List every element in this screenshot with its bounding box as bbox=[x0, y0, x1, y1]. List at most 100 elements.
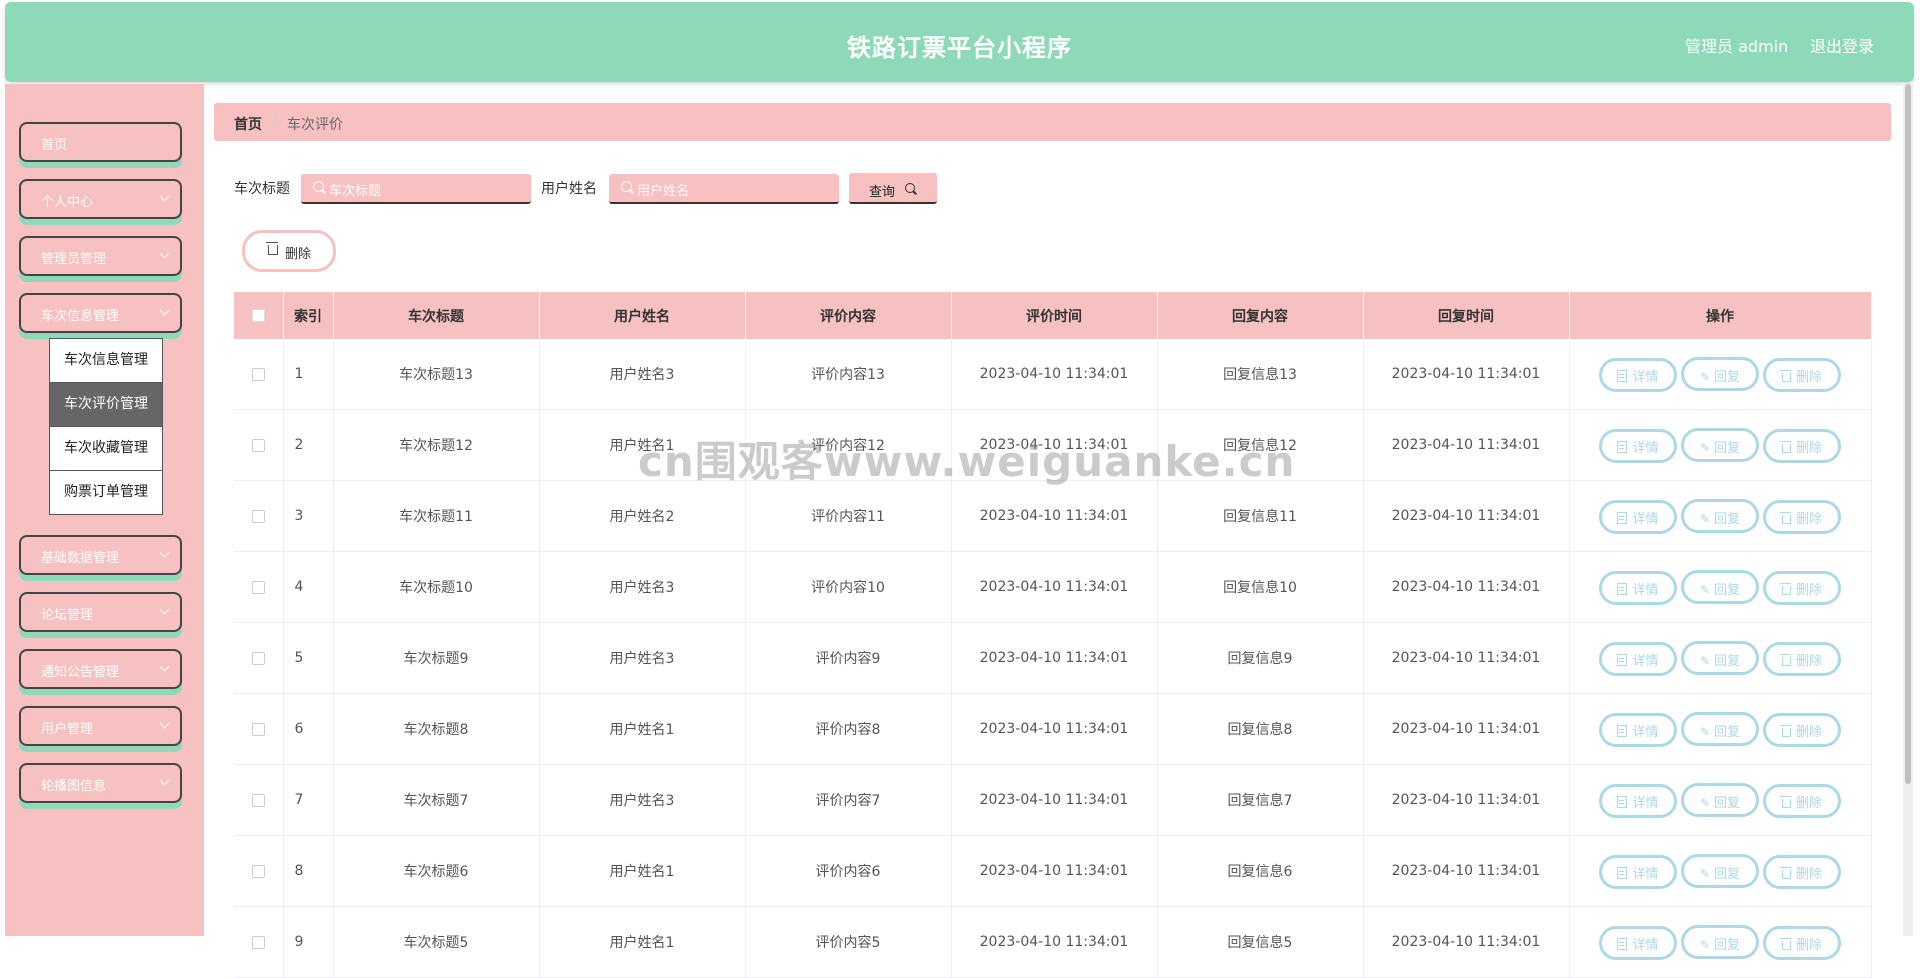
review-time-cell: 2023-04-10 11:34:01 bbox=[951, 409, 1158, 481]
trash-icon bbox=[1779, 582, 1791, 595]
document-icon bbox=[1617, 795, 1628, 808]
sidebar-item-admin-management[interactable]: 管理员管理 bbox=[19, 236, 182, 276]
reply-button[interactable]: ✎ 回复 bbox=[1681, 782, 1759, 817]
delete-button[interactable]: 删除 bbox=[1763, 357, 1841, 392]
reply-button[interactable]: ✎ 回复 bbox=[1681, 924, 1759, 959]
search-icon bbox=[621, 181, 632, 192]
reply-button[interactable]: ✎ 回复 bbox=[1681, 356, 1759, 391]
train-title-cell: 车次标题7 bbox=[333, 764, 540, 836]
detail-button[interactable]: 详情 bbox=[1599, 925, 1677, 960]
sidebar-item-carousel[interactable]: 轮播图信息 bbox=[19, 763, 182, 803]
sidebar-item-personal-center[interactable]: 个人中心 bbox=[19, 179, 182, 219]
user-name-search-input[interactable]: 用户姓名 bbox=[609, 174, 839, 204]
table-header-row: 索引 车次标题 用户姓名 评价内容 评价时间 回复内容 回复时间 操作 bbox=[234, 292, 1872, 339]
sidebar-item-label: 论坛管理 bbox=[41, 608, 94, 623]
column-header: 回复时间 bbox=[1363, 292, 1570, 339]
delete-button[interactable]: 删除 bbox=[1763, 499, 1841, 534]
sidebar-item-train-info-management[interactable]: 车次信息管理 bbox=[19, 293, 182, 333]
document-icon bbox=[1617, 511, 1628, 524]
train-title-search-input[interactable]: 车次标题 bbox=[301, 174, 531, 204]
sidebar-item-notice[interactable]: 通知公告管理 bbox=[19, 649, 182, 689]
row-checkbox[interactable] bbox=[251, 935, 265, 949]
delete-button[interactable]: 删除 bbox=[1763, 428, 1841, 463]
batch-delete-button[interactable]: 删除 bbox=[242, 230, 336, 272]
detail-button[interactable]: 详情 bbox=[1599, 428, 1677, 463]
submenu-item-train-favorite[interactable]: 车次收藏管理 bbox=[50, 427, 162, 471]
row-checkbox[interactable] bbox=[251, 722, 265, 736]
reply-button[interactable]: ✎ 回复 bbox=[1681, 569, 1759, 604]
row-checkbox[interactable] bbox=[251, 793, 265, 807]
submenu-item-train-review[interactable]: 车次评价管理 bbox=[50, 383, 162, 427]
select-all-checkbox[interactable] bbox=[251, 309, 265, 322]
user-name-cell: 用户姓名1 bbox=[539, 693, 746, 765]
review-time-cell: 2023-04-10 11:34:01 bbox=[951, 339, 1158, 410]
breadcrumb-current: 车次评价 bbox=[287, 117, 343, 133]
document-icon bbox=[1617, 582, 1628, 595]
row-checkbox[interactable] bbox=[251, 580, 265, 594]
delete-button[interactable]: 删除 bbox=[1763, 925, 1841, 960]
detail-button[interactable]: 详情 bbox=[1599, 570, 1677, 605]
reply-button[interactable]: ✎ 回复 bbox=[1681, 640, 1759, 675]
submenu-item-ticket-order[interactable]: 购票订单管理 bbox=[50, 471, 162, 514]
row-checkbox[interactable] bbox=[251, 367, 265, 381]
sidebar-item-basic-data[interactable]: 基础数据管理 bbox=[19, 535, 182, 575]
document-icon bbox=[1617, 866, 1628, 879]
chevron-down-icon bbox=[159, 305, 170, 316]
index-cell: 2 bbox=[283, 409, 334, 481]
delete-button[interactable]: 删除 bbox=[1763, 570, 1841, 605]
reply-button[interactable]: ✎ 回复 bbox=[1681, 498, 1759, 533]
document-icon bbox=[1617, 440, 1628, 453]
review-table: 索引 车次标题 用户姓名 评价内容 评价时间 回复内容 回复时间 操作 1 车次标… bbox=[234, 292, 1872, 978]
trash-icon bbox=[1779, 511, 1791, 524]
delete-button[interactable]: 删除 bbox=[1763, 783, 1841, 818]
detail-button[interactable]: 详情 bbox=[1599, 641, 1677, 676]
page-scrollbar[interactable] bbox=[1903, 84, 1913, 936]
table-row: 3 车次标题11 用户姓名2 评价内容11 2023-04-10 11:34:01 回复信… bbox=[234, 480, 1872, 552]
reply-button[interactable]: ✎ 回复 bbox=[1681, 427, 1759, 462]
action-label: 回复 bbox=[1714, 866, 1741, 882]
pencil-icon: ✎ bbox=[1699, 511, 1711, 526]
scrollbar-thumb[interactable] bbox=[1905, 84, 1911, 784]
action-label: 详情 bbox=[1632, 724, 1659, 740]
review-content-cell: 评价内容7 bbox=[745, 764, 952, 836]
row-select-cell bbox=[234, 551, 284, 623]
table-row: 1 车次标题13 用户姓名3 评价内容13 2023-04-10 11:34:01 回复信… bbox=[234, 339, 1872, 410]
delete-button[interactable]: 删除 bbox=[1763, 712, 1841, 747]
reply-content-cell: 回复信息5 bbox=[1157, 906, 1364, 978]
column-header: 评价时间 bbox=[951, 292, 1158, 339]
trash-icon bbox=[266, 242, 278, 255]
delete-button[interactable]: 删除 bbox=[1763, 854, 1841, 889]
submenu-item-train-info[interactable]: 车次信息管理 bbox=[50, 339, 162, 383]
reply-content-cell: 回复信息9 bbox=[1157, 622, 1364, 694]
row-checkbox[interactable] bbox=[251, 509, 265, 523]
detail-button[interactable]: 详情 bbox=[1599, 783, 1677, 818]
row-checkbox[interactable] bbox=[251, 864, 265, 878]
table-row: 2 车次标题12 用户姓名1 评价内容12 2023-04-10 11:34:01 回复信… bbox=[234, 409, 1872, 481]
breadcrumb-home[interactable]: 首页 bbox=[234, 114, 262, 134]
review-content-cell: 评价内容10 bbox=[745, 551, 952, 623]
row-checkbox[interactable] bbox=[251, 651, 265, 665]
index-cell: 1 bbox=[283, 339, 334, 410]
sidebar-item-forum[interactable]: 论坛管理 bbox=[19, 592, 182, 632]
reply-content-cell: 回复信息13 bbox=[1157, 339, 1364, 410]
sidebar-item-user-management[interactable]: 用户管理 bbox=[19, 706, 182, 746]
detail-button[interactable]: 详情 bbox=[1599, 357, 1677, 392]
pencil-icon: ✎ bbox=[1699, 653, 1711, 668]
row-checkbox[interactable] bbox=[251, 438, 265, 452]
reply-time-cell: 2023-04-10 11:34:01 bbox=[1363, 480, 1570, 552]
reply-content-cell: 回复信息12 bbox=[1157, 409, 1364, 481]
train-title-cell: 车次标题8 bbox=[333, 693, 540, 765]
detail-button[interactable]: 详情 bbox=[1599, 854, 1677, 889]
logout-link[interactable]: 退出登录 bbox=[1810, 33, 1874, 57]
sidebar-item-home[interactable]: 首页 bbox=[19, 122, 182, 162]
action-label: 回复 bbox=[1714, 653, 1741, 669]
delete-button[interactable]: 删除 bbox=[1763, 641, 1841, 676]
reply-button[interactable]: ✎ 回复 bbox=[1681, 853, 1759, 888]
reply-button[interactable]: ✎ 回复 bbox=[1681, 711, 1759, 746]
reply-time-cell: 2023-04-10 11:34:01 bbox=[1363, 693, 1570, 765]
detail-button[interactable]: 详情 bbox=[1599, 712, 1677, 747]
admin-username: 管理员 admin bbox=[1685, 37, 1789, 56]
action-label: 删除 bbox=[1795, 511, 1822, 527]
detail-button[interactable]: 详情 bbox=[1599, 499, 1677, 534]
query-button[interactable]: 查询 bbox=[849, 173, 937, 204]
